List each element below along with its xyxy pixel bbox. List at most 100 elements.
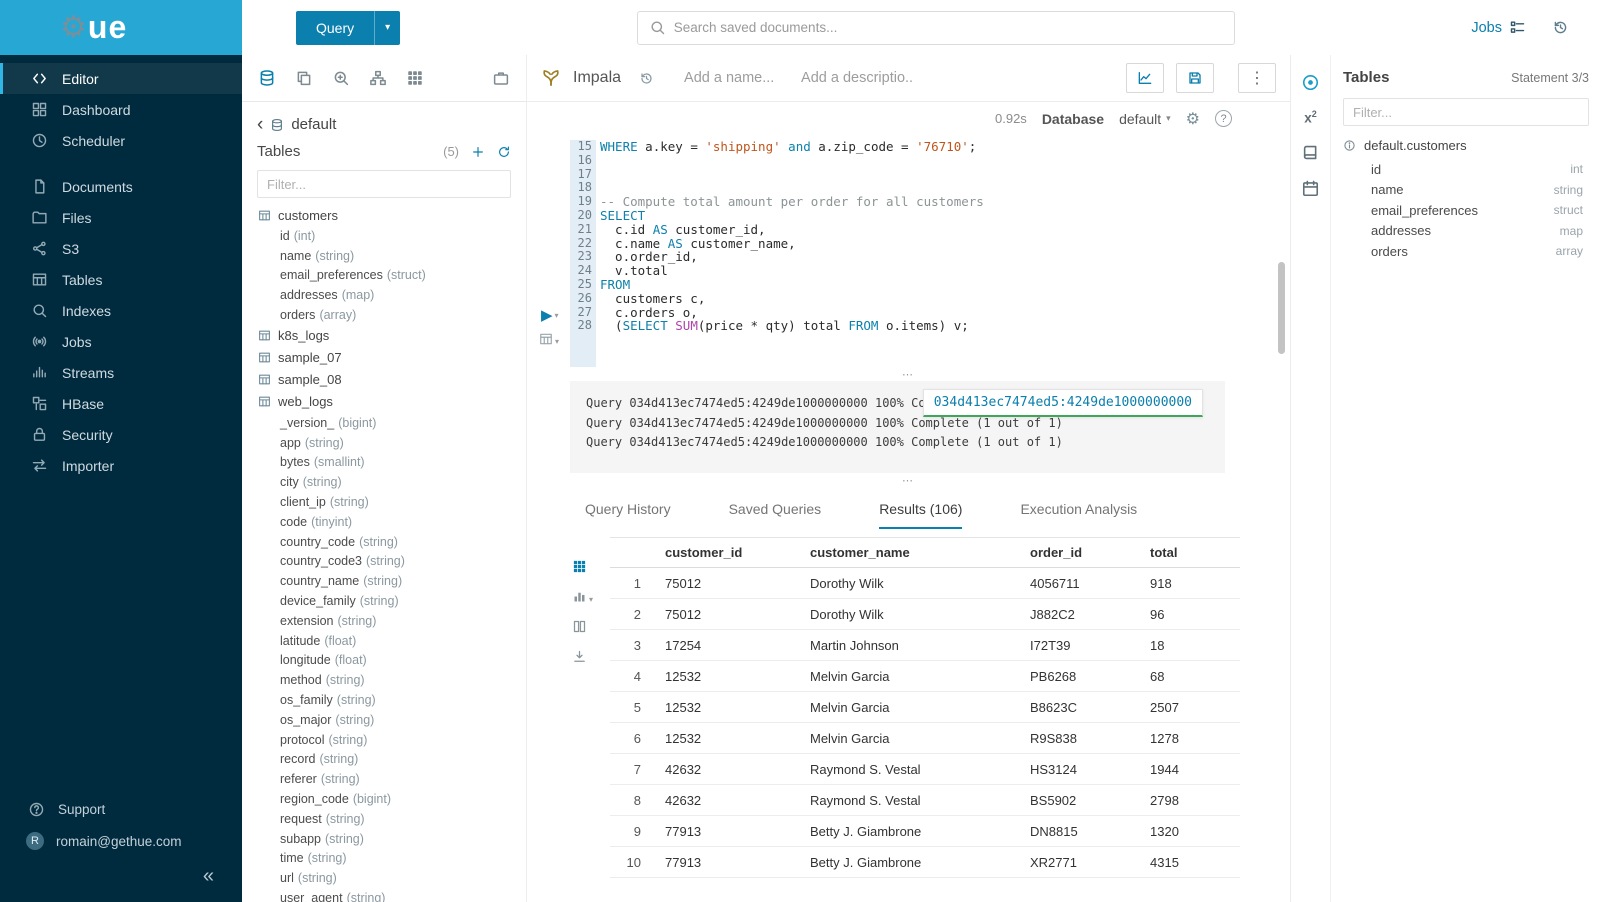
sidebar-item-s3[interactable]: S3: [0, 233, 242, 264]
search-input[interactable]: [674, 20, 1223, 35]
active-table-row[interactable]: default.customers: [1343, 134, 1589, 159]
new-query-dropdown-button[interactable]: ▾: [374, 11, 400, 45]
more-actions-button[interactable]: ⋮: [1238, 63, 1276, 93]
assist-column-os_family[interactable]: os_family(string): [242, 690, 526, 710]
tab-saved-queries[interactable]: Saved Queries: [729, 501, 822, 529]
table-row[interactable]: 742632Raymond S. VestalHS31241944: [610, 754, 1240, 785]
column-header-order_id[interactable]: order_id: [1020, 538, 1140, 568]
assist-column-bytes[interactable]: bytes(smallint): [242, 453, 526, 473]
sitemap-source-icon[interactable]: [369, 69, 387, 87]
schedule-icon[interactable]: [1301, 179, 1320, 198]
right-column-id[interactable]: idint: [1343, 159, 1589, 180]
columns-icon[interactable]: [572, 619, 587, 634]
table-row[interactable]: 1077913Betty J. GiambroneXR27714315: [610, 847, 1240, 878]
jobs-link[interactable]: Jobs: [1471, 19, 1526, 36]
assist-table-sample_07[interactable]: sample_07: [242, 347, 526, 369]
table-row[interactable]: 977913Betty J. GiambroneDN88151320: [610, 816, 1240, 847]
editor-scrollbar[interactable]: [1278, 262, 1285, 354]
editor-options-button[interactable]: ▾: [539, 332, 559, 351]
right-column-orders[interactable]: ordersarray: [1343, 241, 1589, 262]
sidebar-item-scheduler[interactable]: Scheduler: [0, 125, 242, 156]
assist-column-name[interactable]: name(string): [242, 246, 526, 266]
query-description-input[interactable]: [801, 70, 913, 86]
query-name-input[interactable]: [684, 70, 789, 86]
settings-gear-icon[interactable]: ⚙: [1186, 109, 1200, 129]
save-button[interactable]: [1176, 63, 1214, 93]
assist-table-customers[interactable]: customers: [242, 204, 526, 226]
assist-table-sample_08[interactable]: sample_08: [242, 369, 526, 391]
sidebar-item-user[interactable]: R romain@gethue.com: [0, 825, 242, 857]
add-table-icon[interactable]: [471, 145, 485, 159]
assist-table-k8s_logs[interactable]: k8s_logs: [242, 325, 526, 347]
assist-filter-input[interactable]: [257, 170, 511, 198]
assist-column-url[interactable]: url(string): [242, 868, 526, 888]
assist-column-method[interactable]: method(string): [242, 670, 526, 690]
assist-column-email_preferences[interactable]: email_preferences(struct): [242, 266, 526, 286]
assist-column-code[interactable]: code(tinyint): [242, 512, 526, 532]
table-row[interactable]: 275012Dorothy WilkJ882C296: [610, 599, 1240, 630]
right-filter-input[interactable]: [1343, 98, 1589, 126]
tab-query-history[interactable]: Query History: [585, 501, 671, 529]
history-icon[interactable]: [1552, 19, 1569, 36]
new-query-button[interactable]: Query: [296, 11, 374, 45]
assist-column-country_code[interactable]: country_code(string): [242, 532, 526, 552]
tab-results-106-[interactable]: Results (106): [879, 501, 962, 529]
column-header-customer_id[interactable]: customer_id: [655, 538, 800, 568]
code-lines[interactable]: WHERE a.key = 'shipping' and a.zip_code …: [596, 140, 1290, 367]
back-chevron-icon[interactable]: ‹: [257, 115, 263, 134]
assist-column-app[interactable]: app(string): [242, 433, 526, 453]
apps-source-icon[interactable]: [406, 69, 424, 87]
assist-column-addresses[interactable]: addresses(map): [242, 285, 526, 305]
database-select[interactable]: default ▾: [1119, 111, 1171, 127]
assist-column-country_code3[interactable]: country_code3(string): [242, 552, 526, 572]
assist-column-id[interactable]: id(int): [242, 226, 526, 246]
grid-view-icon[interactable]: [572, 559, 587, 574]
breadcrumb-database-name[interactable]: default: [291, 116, 336, 133]
resize-handle[interactable]: ⋯: [527, 367, 1290, 381]
functions-icon[interactable]: x2: [1304, 109, 1317, 126]
sql-source-icon[interactable]: [258, 69, 276, 87]
download-icon[interactable]: [572, 649, 587, 664]
chart-button[interactable]: [1126, 63, 1164, 93]
sidebar-item-security[interactable]: Security: [0, 419, 242, 450]
sidebar-item-tables[interactable]: Tables: [0, 264, 242, 295]
assist-column-protocol[interactable]: protocol(string): [242, 730, 526, 750]
assist-column-country_name[interactable]: country_name(string): [242, 571, 526, 591]
sidebar-item-importer[interactable]: Importer: [0, 450, 242, 481]
sidebar-item-hbase[interactable]: HBase: [0, 388, 242, 419]
editor-assistant-icon[interactable]: [1301, 73, 1320, 92]
sidebar-item-indexes[interactable]: Indexes: [0, 295, 242, 326]
assist-column-device_family[interactable]: device_family(string): [242, 591, 526, 611]
assist-column-city[interactable]: city(string): [242, 472, 526, 492]
assist-column-client_ip[interactable]: client_ip(string): [242, 492, 526, 512]
help-question-icon[interactable]: ?: [1215, 110, 1232, 127]
assist-column-os_major[interactable]: os_major(string): [242, 710, 526, 730]
chart-view-button[interactable]: ▾: [572, 589, 593, 604]
language-reference-icon[interactable]: [1301, 143, 1320, 162]
assist-column-extension[interactable]: extension(string): [242, 611, 526, 631]
assist-column-record[interactable]: record(string): [242, 750, 526, 770]
resize-handle[interactable]: ⋯: [527, 473, 1290, 487]
sidebar-item-files[interactable]: Files: [0, 202, 242, 233]
sidebar-collapse-button[interactable]: «: [0, 857, 242, 892]
bag-icon[interactable]: [492, 69, 510, 87]
sidebar-item-editor[interactable]: Editor: [0, 63, 242, 94]
table-row[interactable]: 512532Melvin GarciaB8623C2507: [610, 692, 1240, 723]
hue-logo[interactable]: ⚙ ue: [0, 0, 242, 55]
query-id-tooltip[interactable]: 034d413ec7474ed5:4249de1000000000: [923, 389, 1203, 417]
assist-column-region_code[interactable]: region_code(bigint): [242, 789, 526, 809]
tab-execution-analysis[interactable]: Execution Analysis: [1020, 501, 1137, 529]
sidebar-item-dashboard[interactable]: Dashboard: [0, 94, 242, 125]
sidebar-item-streams[interactable]: Streams: [0, 357, 242, 388]
sidebar-item-jobs[interactable]: Jobs: [0, 326, 242, 357]
assist-column-orders[interactable]: orders(array): [242, 305, 526, 325]
sql-editor[interactable]: ▶ ▾ ▾ 1516171819202122232425262728 WHERE…: [527, 135, 1290, 367]
search-source-icon[interactable]: [332, 69, 350, 87]
right-column-addresses[interactable]: addressesmap: [1343, 221, 1589, 242]
table-row[interactable]: 842632Raymond S. VestalBS59022798: [610, 785, 1240, 816]
assist-column-subapp[interactable]: subapp(string): [242, 829, 526, 849]
documents-source-icon[interactable]: [295, 69, 313, 87]
execute-button[interactable]: ▶ ▾: [541, 308, 559, 323]
column-header-total[interactable]: total: [1140, 538, 1240, 568]
sidebar-item-support[interactable]: Support: [0, 793, 242, 825]
